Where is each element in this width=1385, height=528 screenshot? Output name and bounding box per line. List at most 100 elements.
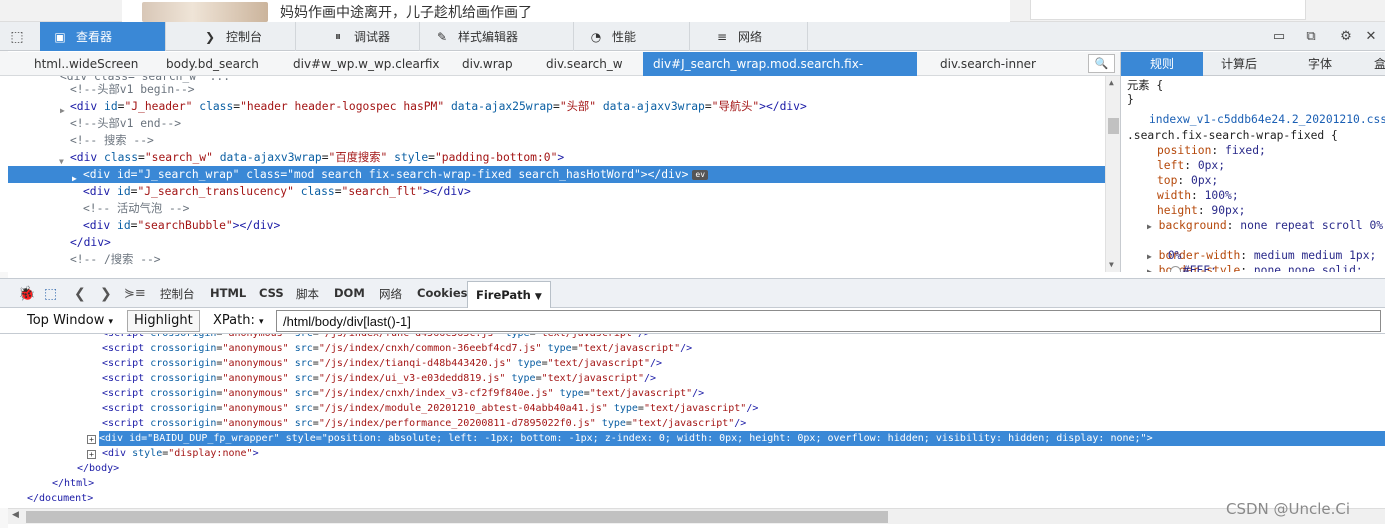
tab-fb-css[interactable]: CSS — [259, 286, 284, 300]
breadcrumb-item[interactable]: div.search_w — [546, 52, 623, 76]
expand-toggle-icon[interactable]: + — [87, 435, 96, 444]
tab-fonts[interactable]: 字体 — [1285, 52, 1355, 76]
expand-triangle-icon[interactable]: ▶ — [60, 102, 65, 119]
tab-firepath[interactable]: FirePath ▼ — [467, 281, 551, 309]
css-property[interactable]: height: 90px; — [1157, 203, 1245, 218]
gear-icon[interactable]: ⚙ — [1337, 28, 1355, 46]
tree-line[interactable]: </document> — [27, 491, 93, 506]
tab-label: 网络 — [738, 30, 763, 44]
markup-scrollbar[interactable]: ▲ ▼ — [1105, 76, 1120, 272]
tab-computed[interactable]: 计算后 — [1207, 52, 1271, 76]
tab-inspector[interactable]: ▣ 查看器 — [40, 22, 166, 51]
tab-debugger[interactable]: ⏸ 调试器 — [318, 22, 420, 51]
tab-console[interactable]: ❯ 控制台 — [190, 22, 296, 51]
css-property[interactable]: left: 0px; — [1157, 158, 1225, 173]
tree-line[interactable]: <script crossorigin="anonymous" src="/js… — [102, 401, 758, 416]
tab-fb-console[interactable]: 控制台 — [160, 286, 195, 302]
markup-node[interactable]: <div id="J_search_translucency" class="s… — [83, 185, 471, 198]
close-icon[interactable]: ✕ — [1362, 28, 1380, 46]
markup-line[interactable]: <div id="J_search_translucency" class="s… — [83, 183, 1120, 200]
rules-view[interactable]: 元素 { } indexw_v1-c5ddb64e24.2_20201210.c… — [1120, 76, 1385, 272]
expand-triangle-icon[interactable]: ▶ — [1147, 222, 1152, 231]
tab-box[interactable]: 盒 — [1365, 52, 1385, 76]
css-property[interactable]: position: fixed; — [1157, 143, 1266, 158]
dock-bottom-icon[interactable]: ▭ — [1270, 28, 1288, 46]
breadcrumb-item[interactable]: html..wideScreen — [34, 52, 138, 76]
tab-performance[interactable]: ◔ 性能 — [576, 22, 690, 51]
markup-view[interactable]: <div class="search_w" ... <!--头部v1 begin… — [0, 76, 1120, 272]
markup-node[interactable]: <div id="J_search_wrap" class="mod searc… — [83, 166, 709, 183]
markup-line[interactable]: ▼ <div class="search_w" data-ajaxv3wrap="… — [0, 149, 1105, 166]
tree-line[interactable]: <script crossorigin="anonymous" src="/js… — [102, 416, 746, 431]
tab-fb-network[interactable]: 网络 — [379, 286, 402, 302]
forward-icon[interactable]: ❯ — [100, 285, 112, 303]
scroll-up-icon[interactable]: ▲ — [1109, 78, 1114, 87]
expand-toggle-icon[interactable]: + — [87, 450, 96, 459]
tree-line[interactable]: <script crossorigin="anonymous" src="/js… — [102, 334, 650, 341]
xpath-select[interactable]: XPath: ▾ — [206, 310, 271, 332]
background-color-value[interactable]: #FFF; — [1183, 264, 1217, 272]
markup-line[interactable]: <div id="searchBubble"></div> — [83, 217, 1120, 234]
markup-line[interactable]: <!--头部v1 begin--> — [70, 81, 1120, 98]
tree-line[interactable]: <script crossorigin="anonymous" src="/js… — [102, 371, 656, 386]
css-property[interactable]: top: 0px; — [1157, 173, 1218, 188]
expand-triangle-icon[interactable]: ▶ — [72, 170, 77, 187]
markup-node[interactable]: <div id="searchBubble"></div> — [83, 219, 280, 232]
markup-line[interactable]: <!--头部v1 end--> — [70, 115, 1120, 132]
scroll-thumb[interactable] — [26, 511, 888, 523]
tree-line-selected[interactable]: <div id="BAIDU_DUP_fp_wrapper" style="po… — [99, 431, 1385, 446]
tab-fb-dom[interactable]: DOM — [334, 286, 365, 300]
breadcrumb-item-active[interactable]: div#J_search_wrap.mod.search.fix-search-… — [643, 52, 917, 95]
rule-selector[interactable]: .search.fix-search-wrap-fixed { — [1127, 128, 1338, 143]
back-icon[interactable]: ❮ — [74, 285, 86, 303]
inspect-icon[interactable]: ⬚ — [44, 285, 57, 303]
stylesheet-link[interactable]: indexw_v1-c5ddb64e24.2_20201210.css — [1149, 112, 1385, 127]
element-picker-icon[interactable]: ⬚ — [8, 28, 26, 46]
tree-line[interactable]: <script crossorigin="anonymous" src="/js… — [102, 341, 692, 356]
markup-line-selected[interactable]: ▶ <div id="J_search_wrap" class="mod sear… — [8, 166, 1105, 183]
news-headline[interactable]: 妈妈作画中途离开，儿子趁机给画作画了 — [280, 2, 532, 22]
command-line-icon[interactable]: ⋟≡ — [124, 285, 146, 303]
dropdown-arrow-icon[interactable]: ▼ — [535, 292, 542, 302]
html-tree[interactable]: <script crossorigin="anonymous" src="/js… — [0, 334, 1385, 508]
tree-line[interactable]: </html> — [52, 476, 94, 491]
search-icon[interactable]: 🔍 — [1088, 54, 1115, 73]
tab-fb-html[interactable]: HTML — [210, 286, 246, 300]
css-property[interactable]: width: 100%; — [1157, 188, 1239, 203]
tree-line[interactable]: <script crossorigin="anonymous" src="/js… — [102, 356, 662, 371]
markup-line[interactable]: <!-- 活动气泡 --> — [83, 200, 1120, 217]
breadcrumb-item[interactable]: div.wrap — [462, 52, 513, 76]
tab-fb-script[interactable]: 脚本 — [296, 286, 319, 302]
breadcrumb-item[interactable]: div.search-inner — [940, 52, 1036, 76]
tab-rules[interactable]: 规则 — [1121, 52, 1203, 76]
news-thumbnail[interactable] — [142, 2, 268, 22]
dock-window-icon[interactable]: ⧉ — [1302, 28, 1320, 46]
markup-line[interactable]: ▶ <div id="J_header" class="header header… — [0, 98, 1105, 115]
tab-fb-cookies[interactable]: Cookies — [417, 286, 467, 300]
css-property[interactable]: ▶ background: none repeat scroll 0% — [1147, 218, 1383, 233]
tree-line[interactable]: <script crossorigin="anonymous" src="/js… — [102, 386, 704, 401]
dropdown-arrow-icon: ▾ — [108, 317, 113, 327]
tree-line[interactable]: <div style="display:none"> — [102, 446, 259, 461]
top-window-select[interactable]: Top Window ▾ — [20, 310, 120, 332]
markup-line[interactable]: <!-- 搜索 --> — [70, 132, 1120, 149]
tab-network[interactable]: ≡ 网络 — [702, 22, 808, 51]
markup-line[interactable]: <!-- /搜索 --> — [70, 251, 1120, 268]
firebug-icon[interactable]: 🐞 — [18, 285, 35, 303]
markup-line[interactable]: </div> — [70, 234, 1120, 251]
highlight-button[interactable]: Highlight — [127, 310, 200, 332]
breadcrumb-item[interactable]: div#w_wp.w_wp.clearfix — [293, 52, 440, 76]
markup-node[interactable]: <div id="J_header" class="header header-… — [70, 98, 807, 115]
scroll-thumb[interactable] — [1108, 118, 1119, 134]
scroll-down-icon[interactable]: ▼ — [1109, 260, 1114, 269]
horizontal-scrollbar[interactable]: ◀ — [8, 508, 1385, 524]
performance-icon: ◔ — [590, 29, 602, 44]
color-swatch[interactable] — [1169, 265, 1181, 272]
xpath-input[interactable] — [276, 310, 1381, 332]
tree-line[interactable]: </body> — [77, 461, 119, 476]
breadcrumb-item[interactable]: body.bd_search — [166, 52, 259, 76]
tab-style-editor[interactable]: ✎ 样式编辑器 — [422, 22, 574, 51]
scroll-left-icon[interactable]: ◀ — [12, 510, 19, 520]
event-badge[interactable]: ev — [692, 170, 709, 180]
markup-node[interactable]: <div class="search_w" data-ajaxv3wrap="百… — [70, 149, 564, 166]
